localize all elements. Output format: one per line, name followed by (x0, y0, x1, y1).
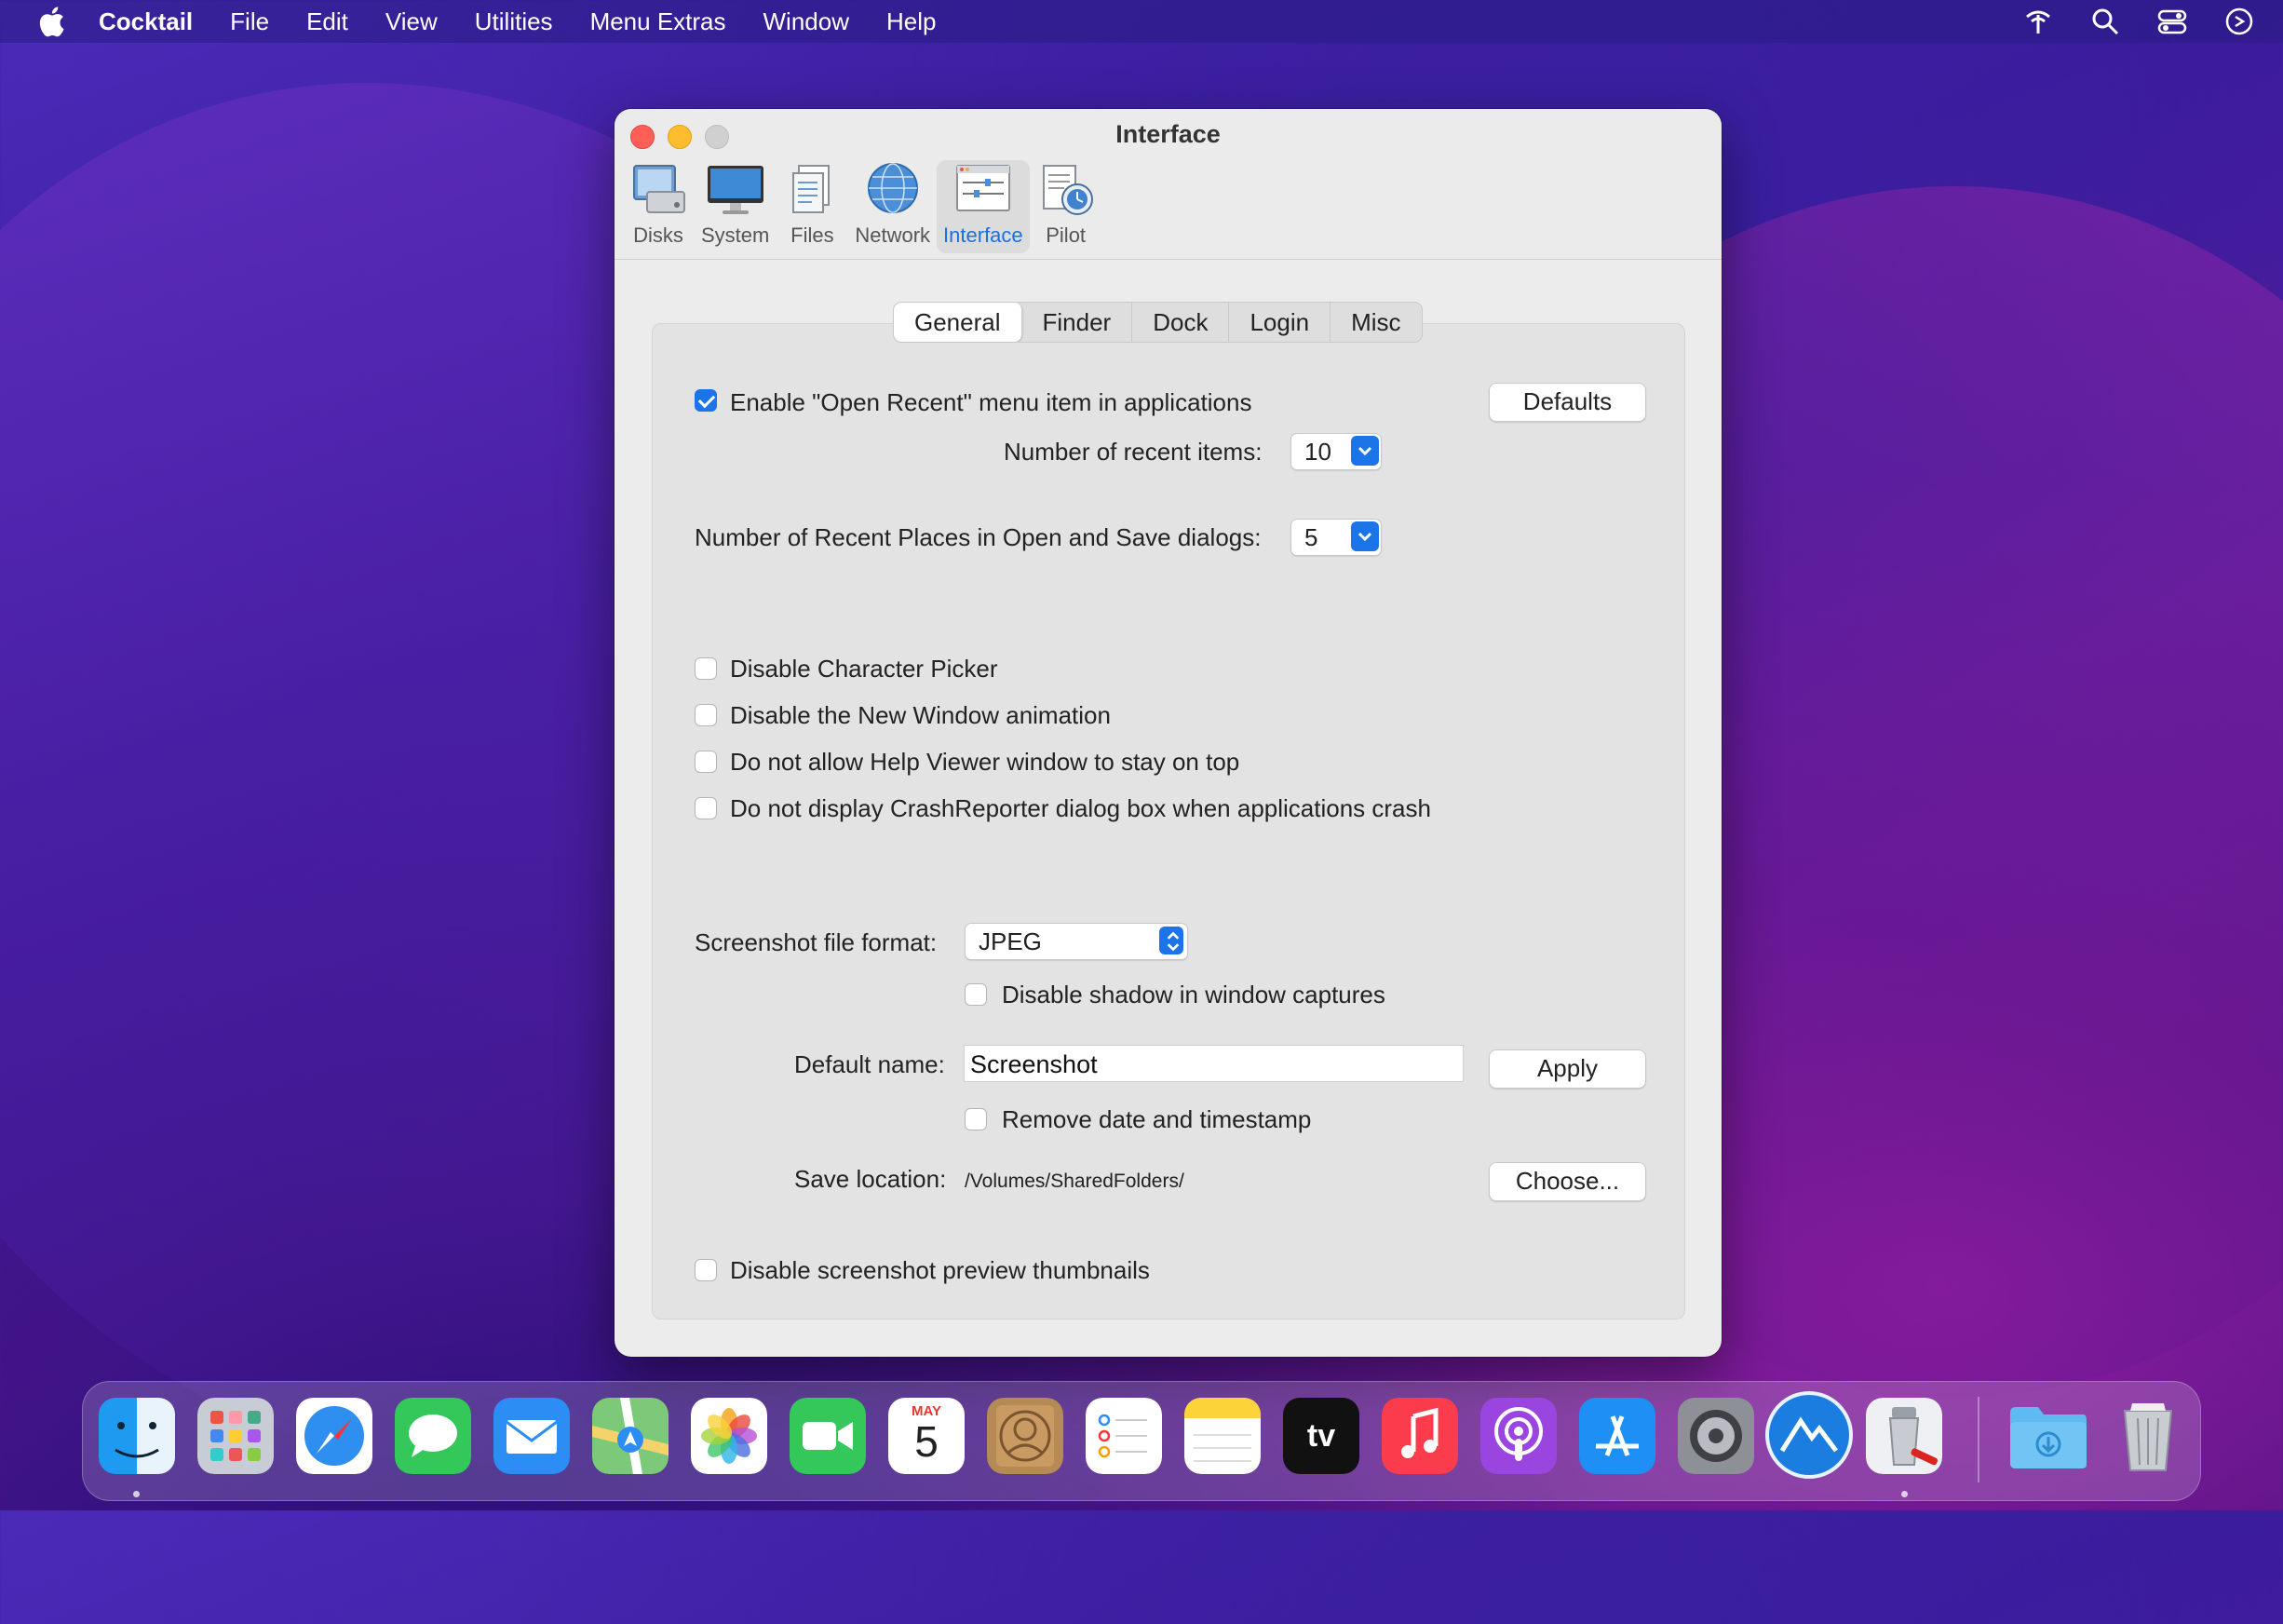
interface-icon (955, 165, 1010, 211)
system-preferences-icon[interactable] (1678, 1398, 1754, 1474)
recent-places-value: 5 (1304, 523, 1318, 551)
chevron-updown-icon (1159, 927, 1183, 954)
reminders-icon[interactable] (1086, 1398, 1162, 1474)
system-icon (707, 166, 763, 214)
open-recent-label: Enable "Open Recent" menu item in applic… (730, 388, 1252, 416)
recent-items-value: 10 (1304, 438, 1331, 466)
option-label: Do not display CrashReporter dialog box … (730, 794, 1431, 822)
toolbar: Disks System Files Network Interface Pil… (622, 160, 1102, 253)
defaults-button[interactable]: Defaults (1489, 383, 1646, 422)
disable-shadow-checkbox[interactable] (965, 983, 987, 1006)
screenshot-format-label: Screenshot file format: (695, 928, 938, 956)
screenshot-format-value: JPEG (979, 927, 1042, 955)
default-name-field[interactable]: Screenshot (964, 1045, 1464, 1082)
tab-finder[interactable]: Finder (1022, 303, 1133, 342)
choose-button[interactable]: Choose... (1489, 1162, 1646, 1201)
mail-icon[interactable] (493, 1398, 570, 1474)
help-viewer-on-top-checkbox[interactable] (695, 751, 717, 773)
menu-edit[interactable]: Edit (306, 7, 348, 36)
tab-dock[interactable]: Dock (1132, 303, 1230, 342)
trash-icon[interactable] (2110, 1398, 2186, 1474)
disks-icon (633, 165, 685, 213)
wifi-icon[interactable] (2022, 6, 2054, 37)
finder-icon[interactable] (99, 1398, 175, 1474)
disable-character-picker-checkbox[interactable] (695, 657, 717, 680)
safari-icon[interactable] (296, 1398, 372, 1474)
calendar-icon[interactable]: MAY 5 (888, 1398, 965, 1474)
pilot-icon (1042, 165, 1093, 215)
menu-menu-extras[interactable]: Menu Extras (590, 7, 726, 36)
option-label: Disable the New Window animation (730, 701, 1111, 729)
menu-view[interactable]: View (385, 7, 438, 36)
notes-icon[interactable] (1184, 1398, 1261, 1474)
apple-logo-icon[interactable] (37, 6, 65, 37)
default-name-label: Default name: (794, 1050, 945, 1078)
tab-misc[interactable]: Misc (1331, 303, 1421, 342)
title-bar: Interface Disks System Files Network Int… (615, 109, 1722, 260)
podcasts-icon[interactable] (1480, 1398, 1557, 1474)
disable-thumbnails-checkbox[interactable] (695, 1259, 717, 1281)
network-icon (867, 163, 918, 213)
menu-window[interactable]: Window (763, 7, 849, 36)
preferences-window: Interface Disks System Files Network Int… (615, 109, 1722, 1357)
cleanmymac-icon[interactable] (1765, 1391, 1853, 1479)
option-label: Do not allow Help Viewer window to stay … (730, 748, 1240, 776)
photos-icon[interactable] (691, 1398, 767, 1474)
messages-icon[interactable] (395, 1398, 471, 1474)
apply-button[interactable]: Apply (1489, 1049, 1646, 1089)
recent-items-combo[interactable]: 10 (1290, 433, 1382, 470)
tab-login[interactable]: Login (1229, 303, 1331, 342)
menu-app-name[interactable]: Cocktail (99, 7, 193, 36)
crashreporter-checkbox[interactable] (695, 797, 717, 819)
contacts-icon[interactable] (987, 1398, 1063, 1474)
launchpad-icon[interactable] (197, 1398, 274, 1474)
app-store-icon[interactable] (1579, 1398, 1655, 1474)
files-icon (792, 165, 831, 213)
control-center-icon[interactable] (2156, 6, 2188, 37)
open-recent-checkbox[interactable] (695, 389, 717, 412)
screenshot-format-select[interactable]: JPEG (965, 923, 1188, 960)
menu-utilities[interactable]: Utilities (475, 7, 553, 36)
menu-help[interactable]: Help (886, 7, 936, 36)
search-icon[interactable] (2089, 6, 2121, 37)
music-icon[interactable] (1382, 1398, 1458, 1474)
apple-tv-label: tv (1306, 1417, 1336, 1454)
disable-new-window-animation-checkbox[interactable] (695, 704, 717, 726)
option-label: Disable Character Picker (730, 655, 998, 683)
recent-items-label: Number of recent items: (1004, 438, 1263, 466)
downloads-folder-icon[interactable] (2006, 1398, 2090, 1474)
calendar-day: 5 (914, 1417, 939, 1466)
disable-shadow-label: Disable shadow in window captures (1002, 981, 1385, 1008)
facetime-icon[interactable] (790, 1398, 866, 1474)
save-location-label: Save location: (794, 1165, 947, 1193)
disable-thumbnails-label: Disable screenshot preview thumbnails (730, 1256, 1150, 1284)
tab-general[interactable]: General (894, 303, 1022, 342)
maps-icon[interactable] (592, 1398, 669, 1474)
remove-timestamp-checkbox[interactable] (965, 1108, 987, 1130)
siri-icon[interactable] (2223, 6, 2255, 37)
toolbar-files[interactable]: Files (776, 160, 848, 253)
toolbar-disks[interactable]: Disks (622, 160, 695, 253)
running-indicator (1901, 1491, 1908, 1497)
apple-tv-icon[interactable]: tv (1283, 1398, 1359, 1474)
toolbar-pilot[interactable]: Pilot (1030, 160, 1102, 253)
chevron-down-icon[interactable] (1351, 521, 1379, 551)
menu-file[interactable]: File (230, 7, 269, 36)
dock-separator (1978, 1397, 1979, 1482)
toolbar-network[interactable]: Network (848, 160, 937, 253)
save-location-path: /Volumes/SharedFolders/ (965, 1171, 1184, 1192)
menu-bar: Cocktail File Edit View Utilities Menu E… (0, 0, 2283, 43)
recent-places-combo[interactable]: 5 (1290, 519, 1382, 556)
running-indicator (133, 1491, 140, 1497)
recent-places-label: Number of Recent Places in Open and Save… (695, 523, 1262, 551)
tab-bar: General Finder Dock Login Misc (893, 302, 1423, 343)
cocktail-app-icon[interactable] (1866, 1398, 1942, 1474)
chevron-down-icon[interactable] (1351, 436, 1379, 466)
toolbar-system[interactable]: System (695, 160, 776, 253)
window-title: Interface (1115, 120, 1221, 148)
remove-timestamp-label: Remove date and timestamp (1002, 1105, 1312, 1133)
toolbar-interface[interactable]: Interface (937, 160, 1030, 253)
